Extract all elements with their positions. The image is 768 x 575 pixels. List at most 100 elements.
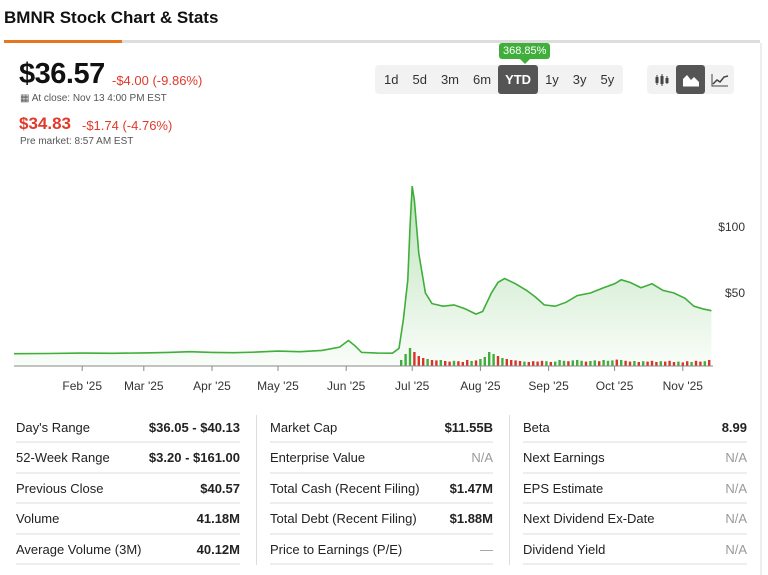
volume-bar	[505, 359, 508, 366]
x-tick-label: Nov '25	[663, 379, 704, 393]
x-tick-label: Apr '25	[193, 379, 231, 393]
stat-row: EPS Estimate N/A	[523, 474, 747, 504]
volume-bar	[633, 361, 636, 366]
volume-bar	[668, 360, 671, 366]
volume-bar	[611, 360, 614, 366]
stat-row: Next Dividend Ex-Date N/A	[523, 505, 747, 535]
stat-label: Day's Range	[16, 419, 91, 435]
stat-label: Price to Earnings (P/E)	[270, 541, 403, 557]
stat-row: Day's Range $36.05 - $40.13	[16, 413, 240, 443]
volume-bar	[430, 360, 434, 366]
volume-bar	[664, 361, 667, 366]
divider	[256, 415, 257, 565]
volume-bar	[650, 360, 654, 366]
volume-bar	[699, 361, 702, 366]
stat-row: Average Volume (3M) 40.12M	[16, 535, 240, 565]
stat-row: Price to Earnings (P/E) —	[270, 535, 493, 565]
volume-bar	[510, 360, 513, 366]
volume-bar	[448, 361, 451, 366]
stat-label: Market Cap	[270, 419, 338, 435]
volume-bar	[562, 360, 566, 366]
volume-bar	[488, 352, 491, 366]
stat-label: Total Debt (Recent Filing)	[270, 511, 417, 526]
stat-value: N/A	[725, 480, 747, 496]
volume-bar	[672, 362, 676, 366]
x-tick-label: Jun '25	[327, 379, 366, 393]
volume-bar	[637, 362, 640, 366]
volume-bar	[413, 352, 416, 366]
x-tick-label: Oct '25	[596, 379, 634, 393]
volume-bar	[444, 361, 447, 366]
volume-bar	[615, 359, 618, 366]
volume-bar	[549, 362, 552, 366]
stat-value: 40.12M	[196, 541, 240, 557]
volume-bar	[417, 356, 420, 366]
volume-bar	[558, 360, 561, 366]
stat-value: $40.57	[200, 480, 240, 496]
volume-bar	[681, 362, 684, 366]
stat-value: $11.55B	[444, 419, 493, 435]
stat-value: N/A	[725, 541, 747, 557]
volume-bar	[435, 360, 438, 366]
stat-value: N/A	[725, 450, 747, 465]
volume-bar	[703, 361, 706, 366]
divider	[509, 415, 510, 565]
stat-value: 8.99	[721, 419, 747, 435]
volume-bar	[422, 358, 425, 366]
volume-bar	[624, 360, 627, 366]
volume-bar	[527, 362, 530, 366]
volume-bar	[492, 354, 495, 366]
stat-label: Average Volume (3M)	[16, 541, 142, 557]
stat-label: Next Earnings	[523, 450, 605, 465]
volume-bar	[655, 362, 658, 366]
volume-bar	[584, 361, 588, 366]
volume-bar	[554, 361, 557, 366]
stat-label: Next Dividend Ex-Date	[523, 511, 655, 526]
volume-bar	[483, 357, 486, 366]
price-chart[interactable]: $100 $50 Feb '25 Mar '25 Apr '25 May '25 Jun '…	[0, 0, 768, 400]
stat-row: Market Cap $11.55B	[270, 413, 493, 443]
volume-bar	[694, 360, 698, 366]
volume-bar	[686, 361, 689, 366]
volume-bar	[620, 360, 623, 366]
x-tick-label: Mar '25	[124, 379, 164, 393]
volume-bar	[452, 360, 456, 366]
x-tick-label: Sep '25	[528, 379, 569, 393]
volume-bar	[426, 359, 429, 366]
stat-row: Total Debt (Recent Filing) $1.88M	[270, 505, 493, 535]
stat-value: 41.18M	[196, 511, 240, 526]
stat-label: Enterprise Value	[270, 450, 366, 465]
stat-row: Next Earnings N/A	[523, 444, 747, 474]
stat-value: —	[480, 541, 493, 557]
volume-bar	[642, 361, 645, 366]
stat-row: Total Cash (Recent Filing) $1.47M	[270, 474, 493, 504]
stat-value: $1.88M	[449, 511, 493, 526]
volume-bar	[576, 360, 579, 366]
volume-bar	[408, 348, 412, 366]
volume-bar	[567, 361, 570, 366]
stat-row: 52-Week Range $3.20 - $161.00	[16, 444, 240, 474]
volume-bar	[532, 361, 535, 366]
x-tick-label: Aug '25	[460, 379, 501, 393]
volume-bar	[470, 361, 473, 366]
y-tick-label: $50	[725, 286, 745, 300]
volume-bar	[457, 361, 460, 366]
stat-row: Enterprise Value N/A	[270, 444, 493, 474]
volume-bar	[536, 361, 539, 366]
volume-bar	[690, 362, 693, 366]
stat-row: Previous Close $40.57	[16, 474, 240, 504]
stat-label: Previous Close	[16, 480, 104, 496]
x-tick-label: Jul '25	[395, 379, 430, 393]
volume-bar	[602, 360, 605, 366]
stat-row: Beta 8.99	[523, 413, 747, 443]
volume-bar	[474, 360, 478, 366]
stat-row: Volume 41.18M	[16, 505, 240, 535]
volume-bar	[523, 361, 526, 366]
x-tick-label: May '25	[257, 379, 299, 393]
stat-label: EPS Estimate	[523, 480, 604, 496]
y-tick-label: $100	[718, 220, 745, 234]
stat-value: N/A	[725, 511, 747, 526]
stat-label: Total Cash (Recent Filing)	[270, 480, 420, 496]
price-area	[14, 186, 712, 366]
volume-bar	[404, 354, 407, 366]
